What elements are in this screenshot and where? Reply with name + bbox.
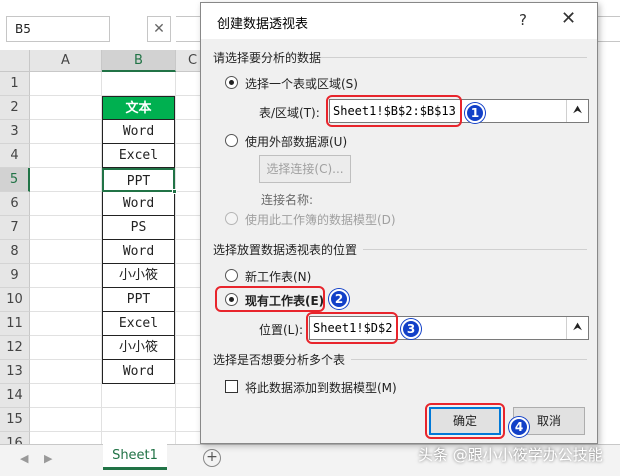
step-marker-4: 4 bbox=[509, 417, 529, 437]
table-cell[interactable]: Word bbox=[102, 192, 175, 216]
radio-external-source-label[interactable]: 使用外部数据源(U) bbox=[245, 133, 347, 150]
table-cell[interactable]: 小小筱 bbox=[102, 264, 175, 288]
sheet-tab-sheet1[interactable]: Sheet1 bbox=[103, 444, 167, 470]
section-placement-label: 选择放置数据透视表的位置 bbox=[213, 243, 358, 257]
table-cell[interactable]: Excel bbox=[102, 144, 175, 168]
row-header[interactable]: 11 bbox=[0, 312, 30, 336]
column-header-b[interactable]: B bbox=[102, 50, 176, 72]
highlight-location bbox=[306, 312, 398, 344]
row-header[interactable]: 6 bbox=[0, 192, 30, 216]
step-marker-1: 1 bbox=[465, 103, 485, 123]
watermark: 头条 @跟小小筱学办公技能 bbox=[418, 446, 603, 464]
collapse-dialog-icon[interactable]: ⮝ bbox=[566, 317, 588, 339]
table-cell[interactable]: 小小筱 bbox=[102, 336, 175, 360]
location-label: 位置(L): bbox=[259, 323, 304, 337]
help-icon[interactable]: ? bbox=[519, 11, 527, 29]
highlight-table-range bbox=[326, 95, 462, 127]
radio-new-sheet-label[interactable]: 新工作表(N) bbox=[245, 268, 311, 285]
row-header[interactable]: 4 bbox=[0, 144, 30, 168]
row-header[interactable]: 5 bbox=[0, 168, 30, 192]
create-pivot-table-dialog: 创建数据透视表 ? ✕ 请选择要分析的数据 选择一个表或区域(S) 表/区域(T… bbox=[200, 2, 598, 444]
table-cell[interactable]: Excel bbox=[102, 312, 175, 336]
table-range-label: 表/区域(T): bbox=[259, 106, 320, 120]
active-cell[interactable]: PPT bbox=[102, 168, 175, 192]
formula-cancel-icon[interactable]: ✕ bbox=[147, 16, 171, 42]
highlight-ok-button bbox=[425, 403, 505, 439]
table-cell[interactable]: PS bbox=[102, 216, 175, 240]
table-cell[interactable]: Word bbox=[102, 360, 175, 384]
row-header[interactable]: 9 bbox=[0, 264, 30, 288]
row-header[interactable]: 14 bbox=[0, 384, 30, 408]
radio-data-model[interactable] bbox=[225, 212, 238, 225]
row-header[interactable]: 3 bbox=[0, 120, 30, 144]
step-marker-3: 3 bbox=[401, 319, 421, 339]
section-multiple-tables-label: 选择是否想要分析多个表 bbox=[213, 353, 346, 367]
add-sheet-icon[interactable]: + bbox=[203, 449, 221, 467]
dialog-title: 创建数据透视表 bbox=[217, 17, 309, 32]
radio-table-range[interactable] bbox=[225, 76, 238, 89]
gridline bbox=[30, 431, 210, 432]
row-header[interactable]: 2 bbox=[0, 96, 30, 120]
row-header[interactable]: 15 bbox=[0, 408, 30, 432]
separator bbox=[351, 359, 587, 360]
table-header-cell[interactable]: 文本 bbox=[102, 96, 175, 120]
row-header[interactable]: 10 bbox=[0, 288, 30, 312]
gridline bbox=[30, 407, 210, 408]
add-to-data-model-checkbox[interactable] bbox=[225, 380, 238, 393]
gridline bbox=[175, 72, 176, 444]
close-icon[interactable]: ✕ bbox=[561, 8, 576, 29]
row-header[interactable]: 12 bbox=[0, 336, 30, 360]
add-to-data-model-label[interactable]: 将此数据添加到数据模型(M) bbox=[245, 379, 397, 396]
dialog-titlebar[interactable]: 创建数据透视表 ? ✕ bbox=[201, 3, 597, 39]
name-box[interactable]: B5 bbox=[6, 16, 110, 42]
row-header[interactable]: 13 bbox=[0, 360, 30, 384]
fill-handle[interactable] bbox=[172, 189, 177, 194]
table-cell[interactable]: Word bbox=[102, 240, 175, 264]
radio-table-range-label[interactable]: 选择一个表或区域(S) bbox=[245, 75, 358, 92]
collapse-dialog-icon[interactable]: ⮝ bbox=[566, 100, 588, 122]
separator bbox=[363, 249, 587, 250]
table-cell[interactable]: PPT bbox=[102, 288, 175, 312]
column-header-a[interactable]: A bbox=[30, 50, 102, 72]
row-header[interactable]: 1 bbox=[0, 72, 30, 96]
radio-external-source[interactable] bbox=[225, 134, 238, 147]
highlight-existing-sheet bbox=[215, 286, 325, 312]
connection-name-label: 连接名称: bbox=[261, 193, 314, 207]
sheet-prev-icon[interactable]: ◀ bbox=[20, 452, 28, 465]
table-cell[interactable]: Word bbox=[102, 120, 175, 144]
separator bbox=[321, 57, 587, 58]
row-header[interactable]: 7 bbox=[0, 216, 30, 240]
row-header[interactable]: 8 bbox=[0, 240, 30, 264]
radio-new-sheet[interactable] bbox=[225, 269, 238, 282]
radio-data-model-label[interactable]: 使用此工作簿的数据模型(D) bbox=[245, 211, 396, 228]
section-choose-data-label: 请选择要分析的数据 bbox=[213, 51, 322, 65]
choose-connection-button[interactable]: 选择连接(C)... bbox=[259, 155, 351, 183]
select-all-corner[interactable] bbox=[0, 50, 30, 72]
step-marker-2: 2 bbox=[329, 289, 349, 309]
sheet-next-icon[interactable]: ▶ bbox=[44, 452, 52, 465]
